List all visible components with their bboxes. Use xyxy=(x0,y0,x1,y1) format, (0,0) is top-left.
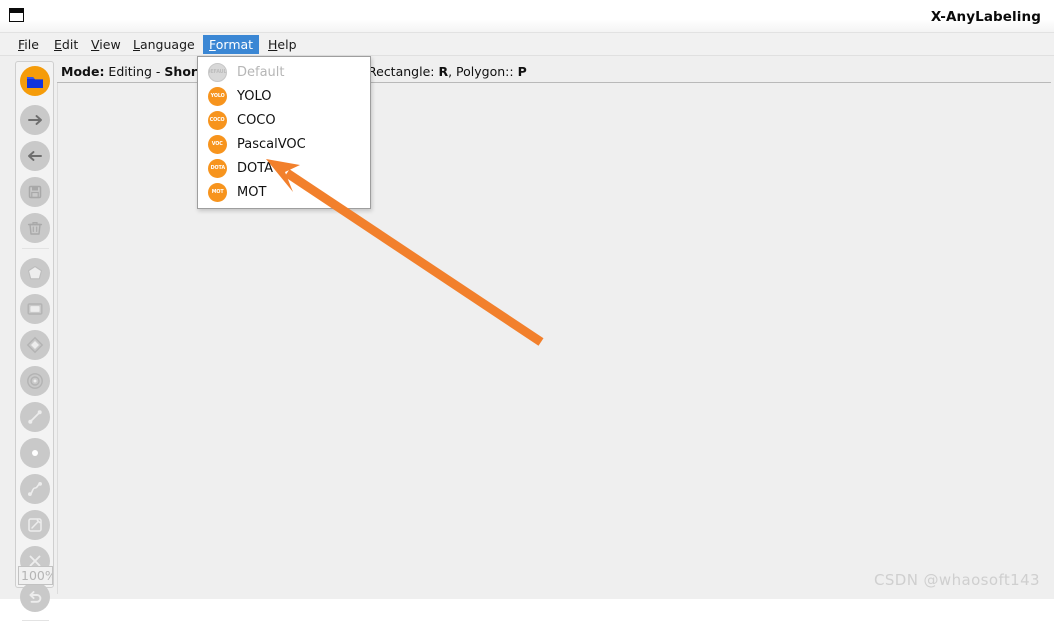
rotation-tool-button[interactable] xyxy=(20,330,50,360)
format-menu-label-mot: MOT xyxy=(237,184,267,200)
edit-label-button[interactable] xyxy=(20,510,50,540)
dota-format-icon: DOTA xyxy=(208,158,227,178)
format-menu-item-default[interactable]: DEFAULT Default xyxy=(198,60,370,84)
polygon-hint-label: , Polygon:: xyxy=(448,64,518,79)
mode-value: Editing - xyxy=(104,64,165,79)
watermark-text: CSDN @whaosoft143 xyxy=(874,571,1040,589)
point-dot-icon xyxy=(32,450,38,456)
zoom-level-input[interactable]: 100% xyxy=(18,566,53,585)
coco-format-icon: COCO xyxy=(208,110,227,130)
format-menu-item-dota[interactable]: DOTA DOTA xyxy=(198,156,370,180)
menu-language[interactable]: Language xyxy=(127,35,201,54)
pascalvoc-format-icon-text: VOC xyxy=(212,141,223,147)
format-menu-item-coco[interactable]: COCO COCO xyxy=(198,108,370,132)
yolo-format-icon: YOLO xyxy=(208,86,227,106)
format-menu-label-yolo: YOLO xyxy=(237,88,272,104)
circle-target-icon xyxy=(27,373,43,389)
mode-label: Mode: xyxy=(61,64,105,79)
format-menu-item-yolo[interactable]: YOLO YOLO xyxy=(198,84,370,108)
menu-format[interactable]: Format xyxy=(203,35,260,54)
save-floppy-icon xyxy=(28,185,42,199)
shortcut-hints-text: Rectangle: R, Polygon:: P xyxy=(368,64,527,79)
left-toolbar: 100% xyxy=(15,61,54,621)
circle-tool-button[interactable] xyxy=(20,366,50,396)
format-menu-label-pascalvoc: PascalVOC xyxy=(237,136,306,152)
folder-open-icon xyxy=(27,77,43,88)
dota-format-icon-text: DOTA xyxy=(210,165,225,171)
arrow-right-icon xyxy=(28,115,42,125)
polygon-icon xyxy=(27,265,43,280)
delete-button[interactable] xyxy=(20,213,50,243)
arrow-left-icon xyxy=(28,151,42,161)
menu-bar: File Edit View Language Format Help xyxy=(0,33,1054,56)
menu-view[interactable]: View xyxy=(85,35,127,54)
window-icon-bar xyxy=(9,8,24,13)
default-format-icon: DEFAULT xyxy=(208,62,227,82)
next-image-button[interactable] xyxy=(20,105,50,135)
save-button[interactable] xyxy=(20,177,50,207)
window-title: X-AnyLabeling xyxy=(930,9,1041,25)
window-restore-icon[interactable] xyxy=(9,8,26,24)
format-menu-label-coco: COCO xyxy=(237,112,276,128)
rectangle-hint-label: Rectangle: xyxy=(368,64,439,79)
title-bar: X-AnyLabeling xyxy=(0,0,1054,33)
default-format-icon-text: DEFAULT xyxy=(209,69,226,75)
linestrip-tool-button[interactable] xyxy=(20,474,50,504)
mot-format-icon-text: MOT xyxy=(211,189,224,195)
zoom-level-value: 100% xyxy=(21,568,52,583)
edit-pencil-icon xyxy=(28,518,42,532)
format-menu-item-pascalvoc[interactable]: VOC PascalVOC xyxy=(198,132,370,156)
menu-help[interactable]: Help xyxy=(262,35,303,54)
menu-edit[interactable]: Edit xyxy=(48,35,84,54)
line-strip-icon xyxy=(28,482,42,496)
polygon-tool-button[interactable] xyxy=(20,258,50,288)
yolo-format-icon-text: YOLO xyxy=(210,93,225,99)
trash-icon xyxy=(27,222,43,235)
point-tool-button[interactable] xyxy=(20,438,50,468)
menu-file[interactable]: File xyxy=(12,35,45,54)
pascalvoc-format-icon: VOC xyxy=(208,134,227,154)
rectangle-icon xyxy=(27,303,43,315)
format-menu-label-dota: DOTA xyxy=(237,160,274,176)
undo-arrow-icon xyxy=(29,591,42,603)
prev-image-button[interactable] xyxy=(20,141,50,171)
app-window: X-AnyLabeling File Edit View Language Fo… xyxy=(0,0,1054,621)
rectangle-tool-button[interactable] xyxy=(20,294,50,324)
rectangle-hint-key: R xyxy=(438,64,449,79)
mode-status-text: Mode: Editing - Shortc xyxy=(61,64,210,79)
undo-button[interactable] xyxy=(20,582,50,612)
format-dropdown-menu: DEFAULT Default YOLO YOLO COCO COCO VOC … xyxy=(197,56,371,209)
format-menu-label-default: Default xyxy=(237,64,285,80)
polygon-hint-key: P xyxy=(517,64,527,79)
coco-format-icon-text: COCO xyxy=(210,117,225,123)
toolbar-separator-top xyxy=(22,248,49,249)
line-tool-button[interactable] xyxy=(20,402,50,432)
open-folder-button[interactable] xyxy=(20,66,50,96)
format-menu-item-mot[interactable]: MOT MOT xyxy=(198,180,370,204)
mot-format-icon: MOT xyxy=(208,182,227,202)
diamond-icon xyxy=(26,336,44,354)
line-segment-icon xyxy=(28,410,42,424)
